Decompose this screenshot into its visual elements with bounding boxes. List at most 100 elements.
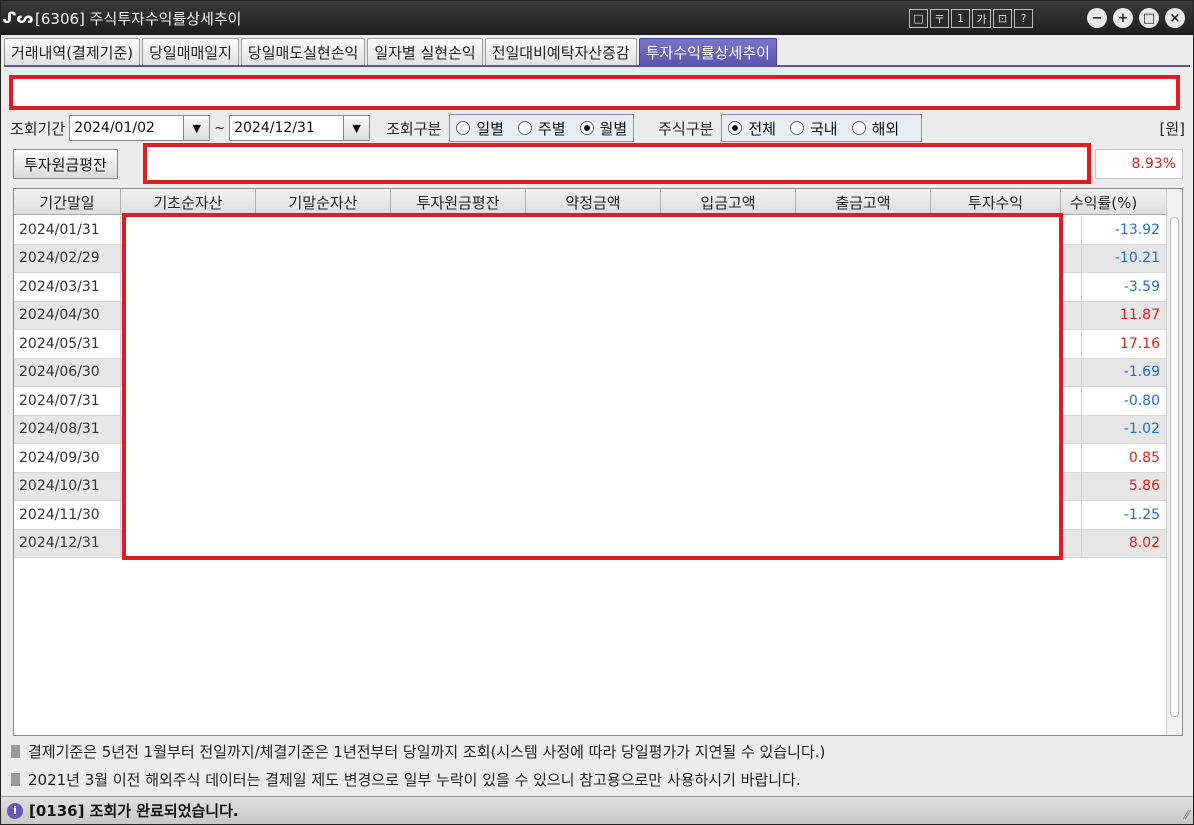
end-date-dropdown-icon[interactable]: ▼ bbox=[344, 115, 371, 141]
note-1: 결제기준은 5년전 1월부터 전일까지/체결기준은 1년전부터 당일까지 조회(… bbox=[11, 741, 825, 762]
principal-avg-button[interactable]: 투자원금평잔 bbox=[13, 149, 118, 179]
cell-period-end: 2024/07/31 bbox=[14, 387, 121, 415]
radio-monthly-circle[interactable] bbox=[579, 121, 594, 135]
cell-yield: -10.21 bbox=[1081, 244, 1166, 272]
date-range-separator: ~ bbox=[214, 120, 226, 136]
cell-yield: -1.02 bbox=[1081, 415, 1166, 443]
maximize-icon[interactable]: □ bbox=[1139, 8, 1159, 28]
note-bullet-icon bbox=[11, 773, 20, 786]
radio-daily[interactable]: 일별 bbox=[456, 118, 504, 139]
period-label: 조회기간 bbox=[10, 119, 66, 138]
cell-yield: 5.86 bbox=[1081, 472, 1166, 500]
start-date-input[interactable]: 2024/01/02 bbox=[69, 115, 185, 141]
cell-yield: 17.16 bbox=[1081, 330, 1166, 358]
cell-period-end: 2024/06/30 bbox=[14, 358, 121, 386]
cell-yield: 11.87 bbox=[1081, 301, 1166, 329]
col-deposit-amount[interactable]: 입금고액 bbox=[661, 189, 796, 215]
radio-weekly-label: 주별 bbox=[537, 119, 566, 138]
col-contract-amount[interactable]: 약정금액 bbox=[526, 189, 661, 215]
total-yield-value: 8.93% bbox=[1095, 149, 1183, 179]
tab-asset-change[interactable]: 전일대비예탁자산증감 bbox=[484, 38, 637, 65]
account-field-redacted[interactable] bbox=[9, 75, 1180, 110]
col-principal-avg[interactable]: 투자원금평잔 bbox=[391, 189, 526, 215]
radio-daily-circle[interactable] bbox=[456, 121, 471, 135]
cell-yield: -1.25 bbox=[1081, 501, 1166, 529]
cell-period-end: 2024/10/31 bbox=[14, 472, 121, 500]
cell-period-end: 2024/02/29 bbox=[14, 244, 121, 272]
window-controls: − + □ × bbox=[1087, 8, 1185, 28]
tab-daily-realized-pl[interactable]: 당일매도실현손익 bbox=[240, 38, 366, 65]
cell-period-end: 2024/03/31 bbox=[14, 273, 121, 301]
cell-period-end: 2024/04/30 bbox=[14, 301, 121, 329]
unit-label: [원] bbox=[1159, 120, 1185, 138]
vertical-scrollbar[interactable] bbox=[1166, 189, 1182, 735]
radio-overseas-circle[interactable] bbox=[851, 121, 866, 135]
status-bar: i [0136] 조회가 완료되었습니다. ⁄⁄ bbox=[1, 796, 1193, 824]
cell-yield: -0.80 bbox=[1081, 387, 1166, 415]
col-opening-net-assets[interactable]: 기초순자산 bbox=[121, 189, 256, 215]
note-2: 2021년 3월 이전 해외주식 데이터는 결제일 제도 변경으로 일부 누락이… bbox=[11, 769, 801, 790]
cell-yield: -1.69 bbox=[1081, 358, 1166, 386]
query-bar: 조회기간 2024/01/02 ▼ ~ 2024/12/31 ▼ 조회구분 일별… bbox=[10, 114, 923, 142]
title-bar[interactable]: ᔑᔕ [6306] 주식투자수익률상세추이 □ 〒 1 가 ⊡ ? − + □ … bbox=[1, 1, 1193, 35]
query-type-label: 조회구분 bbox=[386, 119, 442, 138]
status-message: [0136] 조회가 완료되었습니다. bbox=[29, 802, 239, 820]
radio-all-label: 전체 bbox=[748, 119, 776, 138]
radio-weekly[interactable]: 주별 bbox=[517, 118, 566, 139]
move-icon[interactable]: + bbox=[1113, 8, 1133, 28]
radio-all[interactable]: 전체 bbox=[728, 118, 776, 139]
radio-weekly-circle[interactable] bbox=[517, 121, 532, 135]
tab-trade-history[interactable]: 거래내역(결제기준) bbox=[4, 38, 141, 65]
col-investment-return[interactable]: 투자수익 bbox=[931, 189, 1061, 215]
grid-values-redacted bbox=[122, 213, 1063, 560]
title-toolbar: □ 〒 1 가 ⊡ ? bbox=[909, 9, 1033, 28]
tab-daily-journal[interactable]: 당일매매일지 bbox=[142, 38, 239, 65]
tab-realized-pl-by-date[interactable]: 일자별 실현손익 bbox=[367, 38, 483, 65]
grid-header: 기간말일 기초순자산 기말순자산 투자원금평잔 약정금액 입금고액 출금고액 투… bbox=[14, 189, 1166, 215]
radio-all-circle[interactable] bbox=[728, 121, 743, 135]
radio-overseas-label: 해외 bbox=[871, 119, 900, 138]
radio-domestic[interactable]: 국내 bbox=[789, 118, 838, 139]
link-number-icon[interactable]: 1 bbox=[951, 9, 970, 28]
cell-period-end: 2024/12/31 bbox=[14, 529, 121, 557]
close-icon[interactable]: × bbox=[1165, 8, 1185, 28]
note-2-text: 2021년 3월 이전 해외주식 데이터는 결제일 제도 변경으로 일부 누락이… bbox=[28, 771, 801, 789]
note-1-text: 결제기준은 5년전 1월부터 전일까지/체결기준은 1년전부터 당일까지 조회(… bbox=[28, 743, 826, 761]
tab-bar: 거래내역(결제기준) 당일매매일지 당일매도실현손익 일자별 실현손익 전일대비… bbox=[4, 38, 777, 66]
col-yield[interactable]: 수익률(%) bbox=[1061, 189, 1146, 215]
help-icon[interactable]: ? bbox=[1014, 9, 1033, 28]
info-icon: i bbox=[7, 802, 23, 819]
cell-period-end: 2024/01/31 bbox=[14, 216, 121, 244]
start-date-dropdown-icon[interactable]: ▼ bbox=[184, 115, 211, 141]
window-title: [6306] 주식투자수익률상세추이 bbox=[35, 9, 242, 28]
stock-type-label: 주식구분 bbox=[658, 119, 714, 138]
radio-daily-label: 일별 bbox=[476, 119, 504, 138]
radio-monthly[interactable]: 월별 bbox=[579, 118, 628, 139]
window-mode-icon[interactable]: □ bbox=[909, 9, 928, 28]
cell-yield: 0.85 bbox=[1081, 444, 1166, 472]
col-period-end[interactable]: 기간말일 bbox=[14, 189, 121, 215]
cell-yield: 8.02 bbox=[1081, 529, 1166, 557]
cell-period-end: 2024/05/31 bbox=[14, 330, 121, 358]
note-bullet-icon bbox=[11, 745, 20, 758]
col-withdrawal-amount[interactable]: 출금고액 bbox=[796, 189, 931, 215]
query-type-group: 일별 주별 월별 bbox=[449, 114, 635, 142]
scrollbar-thumb[interactable] bbox=[1170, 217, 1179, 717]
font-size-icon[interactable]: 가 bbox=[972, 9, 991, 28]
col-closing-net-assets[interactable]: 기말순자산 bbox=[256, 189, 391, 215]
pin-icon[interactable]: 〒 bbox=[930, 9, 949, 28]
radio-monthly-label: 월별 bbox=[599, 119, 628, 138]
cell-period-end: 2024/11/30 bbox=[14, 501, 121, 529]
radio-domestic-label: 국내 bbox=[809, 119, 838, 138]
app-window: ᔑᔕ [6306] 주식투자수익률상세추이 □ 〒 1 가 ⊡ ? − + □ … bbox=[0, 0, 1194, 825]
radio-domestic-circle[interactable] bbox=[789, 121, 804, 135]
end-date-input[interactable]: 2024/12/31 bbox=[229, 115, 345, 141]
resize-grip-icon[interactable]: ⁄⁄ bbox=[1185, 808, 1189, 822]
export-icon[interactable]: ⊡ bbox=[993, 9, 1012, 28]
minimize-icon[interactable]: − bbox=[1087, 8, 1107, 28]
app-logo-icon: ᔑᔕ bbox=[2, 9, 34, 27]
tab-divider bbox=[4, 65, 1190, 67]
cell-period-end: 2024/08/31 bbox=[14, 415, 121, 443]
radio-overseas[interactable]: 해외 bbox=[851, 118, 900, 139]
tab-yield-trend[interactable]: 투자수익률상세추이 bbox=[638, 38, 777, 65]
